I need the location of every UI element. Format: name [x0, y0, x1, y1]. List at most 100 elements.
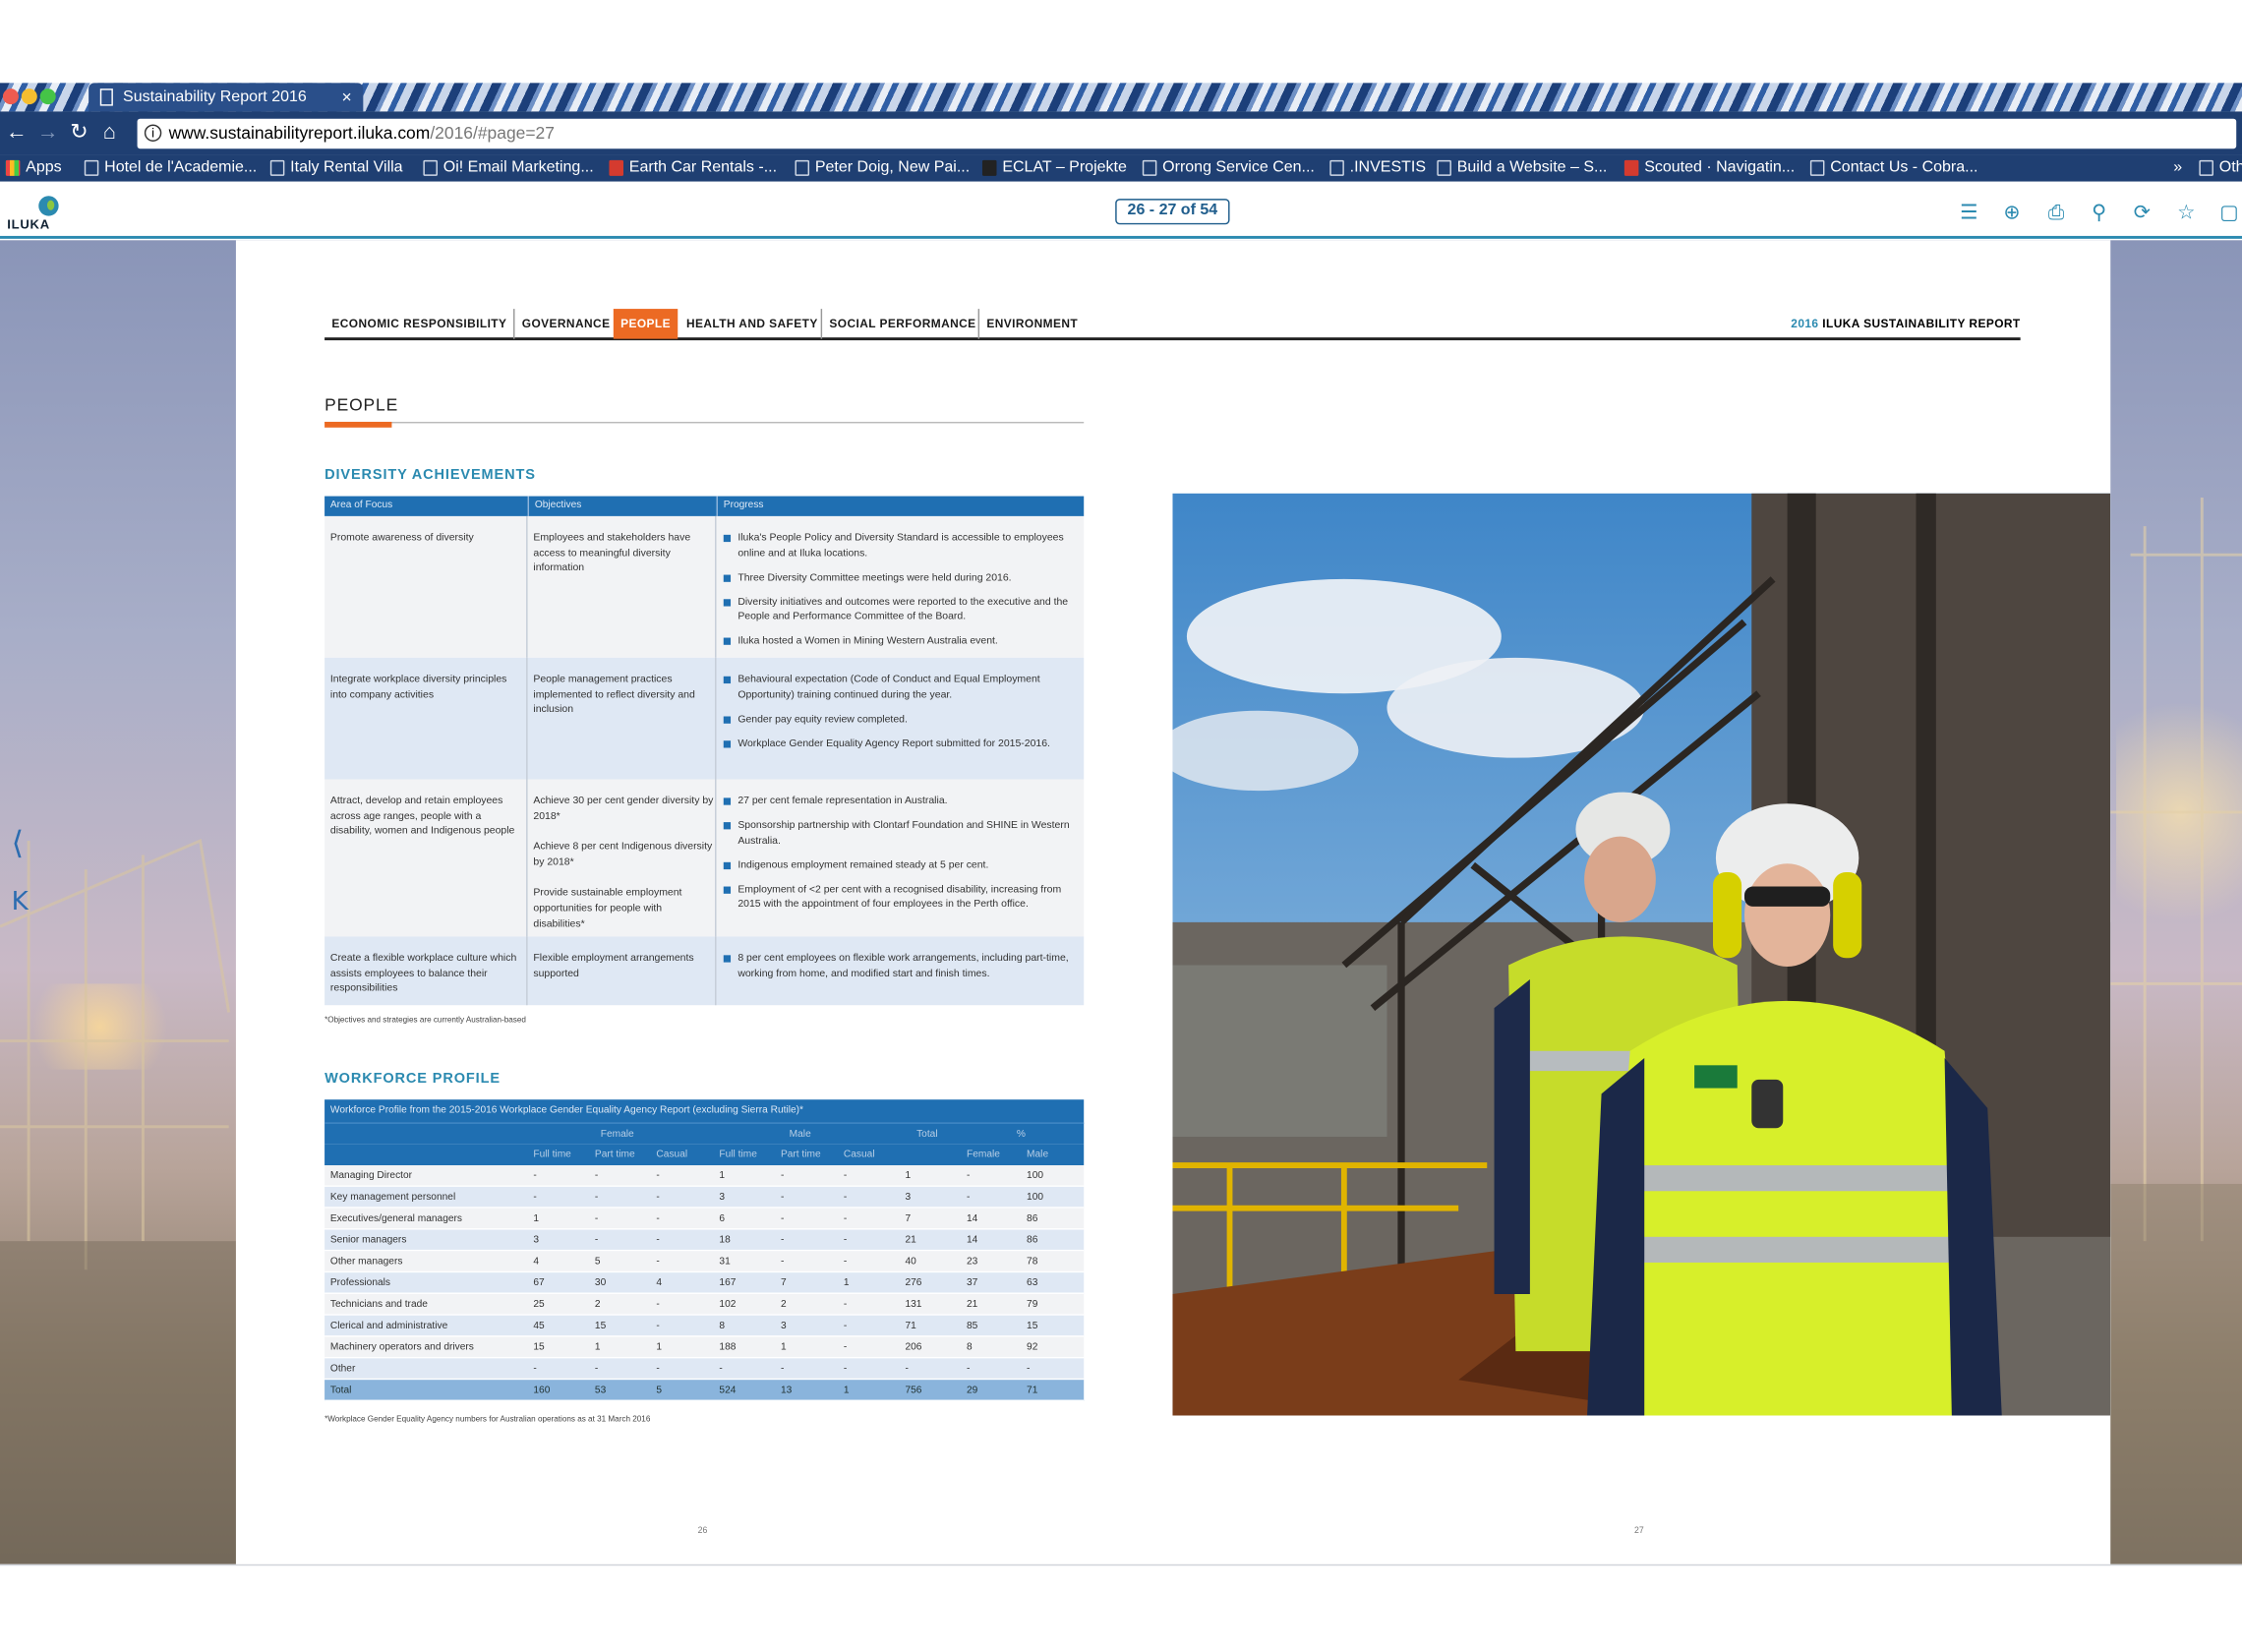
bookmark-item[interactable]: Orrong Service Cen...	[1142, 154, 1315, 182]
close-window-icon[interactable]	[2, 88, 19, 105]
nav-health-and-safety[interactable]: HEALTH AND SAFETY	[679, 309, 825, 339]
table-cell: -	[780, 1170, 785, 1182]
table-row: Clerical and administrative 45 15 - 8 3 - 71 85 1…	[324, 1315, 1085, 1337]
bookmark-item[interactable]: Hotel de l'Academie...	[84, 154, 257, 182]
table-cell: 2	[780, 1299, 787, 1310]
table-cell: 100	[1027, 1170, 1044, 1182]
bookmark-item[interactable]: Scouted · Navigatin...	[1623, 154, 1795, 182]
bookmarks-bar: Apps Hotel de l'Academie... Italy Rental…	[0, 154, 2242, 182]
page-icon	[84, 159, 99, 176]
table-cell: 1	[843, 1386, 850, 1396]
zoom-window-icon[interactable]	[39, 88, 56, 105]
row-label: Other managers	[329, 1257, 403, 1268]
bookmark-item[interactable]: Build a Website – S...	[1437, 154, 1607, 182]
contents-icon[interactable]: ☰	[1956, 199, 1981, 224]
bookmark-item[interactable]: Oi! Email Marketing...	[423, 154, 594, 182]
other-bookmarks[interactable]: Oth	[2199, 154, 2242, 182]
table-cell: 15	[594, 1321, 607, 1331]
back-icon[interactable]: ←	[6, 120, 28, 146]
logo-mark-icon	[38, 196, 59, 216]
minimize-window-icon[interactable]	[21, 88, 37, 105]
table-cell: 67	[533, 1277, 545, 1289]
table-cell: 1	[594, 1342, 601, 1353]
table-row: Create a flexible workplace culture whic…	[324, 936, 1085, 1006]
page-heading: PEOPLE	[324, 391, 1085, 428]
nav-economic-responsibility[interactable]: ECONOMIC RESPONSIBILITY	[324, 309, 514, 339]
bookmark-item[interactable]: Contact Us - Cobra...	[1809, 154, 1977, 182]
table-cell: -	[843, 1321, 848, 1331]
table-cell: 37	[966, 1277, 978, 1289]
search-icon[interactable]: ⚲	[2087, 199, 2112, 224]
report-title: 2016 ILUKA SUSTAINABILITY REPORT	[1791, 317, 2021, 330]
url-host: www.sustainabilityreport.iluka.com	[168, 123, 431, 144]
table-cell: 102	[719, 1299, 737, 1310]
table-row: Promote awareness of diversity Employees…	[324, 515, 1085, 658]
info-icon[interactable]: i	[144, 124, 162, 142]
table-cell: -	[780, 1257, 785, 1268]
fullscreen-icon[interactable]: ▢	[2216, 199, 2242, 224]
reload-icon[interactable]: ↻	[70, 120, 88, 146]
objective: Employees and stakeholders have access t…	[533, 530, 691, 574]
area-of-focus: Attract, develop and retain employees ac…	[329, 794, 515, 837]
table-cell: -	[966, 1170, 971, 1182]
row-label: Total	[329, 1386, 352, 1396]
previous-page-icon[interactable]: ⟨	[12, 826, 24, 861]
progress-item: Gender pay equity review completed.	[723, 712, 1082, 727]
bookmark-item[interactable]: Earth Car Rentals -...	[609, 154, 777, 182]
bookmark-item[interactable]: Italy Rental Villa	[269, 154, 403, 182]
window-controls[interactable]	[2, 86, 88, 105]
url-path: /2016/#page=27	[430, 123, 555, 144]
bookmark-apps[interactable]: Apps	[5, 154, 62, 182]
workforce-footnote: *Workplace Gender Equality Agency number…	[324, 1415, 651, 1425]
table-cell: 3	[719, 1192, 726, 1203]
table-cell: -	[843, 1364, 848, 1375]
table-cell: -	[533, 1364, 537, 1375]
table-cell: 21	[905, 1235, 916, 1246]
table-row: Attract, develop and retain employees ac…	[324, 779, 1085, 937]
objective: Provide sustainable employment opportuni…	[533, 885, 682, 929]
table-cell: 14	[966, 1213, 978, 1224]
table-cell: 756	[905, 1386, 922, 1396]
row-label: Executives/general managers	[329, 1213, 462, 1224]
nav-people[interactable]: PEOPLE	[613, 309, 678, 339]
table-cell: -	[656, 1213, 660, 1224]
table-cell: 167	[719, 1277, 737, 1289]
table-cell: 40	[905, 1257, 916, 1268]
first-page-icon[interactable]: K	[12, 887, 29, 917]
table-cell: 85	[966, 1321, 978, 1331]
nav-governance[interactable]: GOVERNANCE	[513, 309, 618, 339]
forward-icon[interactable]: →	[37, 120, 59, 146]
bookmark-star-icon[interactable]: ☆	[2173, 199, 2199, 224]
bookmark-item[interactable]: .INVESTIS	[1329, 154, 1426, 182]
more-bookmarks-icon[interactable]: »	[2173, 154, 2182, 182]
table-cell: -	[656, 1170, 660, 1182]
table-cell: 6	[719, 1213, 726, 1224]
table-cell: 30	[594, 1277, 607, 1289]
row-label: Technicians and trade	[329, 1299, 428, 1310]
print-icon[interactable]: ⎙	[2043, 199, 2069, 224]
progress-item: 27 per cent female representation in Aus…	[723, 794, 1082, 808]
bookmark-item[interactable]: Peter Doig, New Pai...	[795, 154, 970, 182]
section-nav: ECONOMIC RESPONSIBILITY GOVERNANCE PEOPL…	[324, 306, 2021, 341]
tab-close-icon[interactable]: ×	[342, 83, 352, 111]
page-indicator[interactable]: 26 - 27 of 54	[1115, 199, 1230, 225]
bookmark-item[interactable]: ECLAT – Projekte	[981, 154, 1127, 182]
table-cell: 15	[1027, 1321, 1038, 1331]
table-cell: 1	[843, 1277, 850, 1289]
nav-environment[interactable]: ENVIRONMENT	[977, 309, 1086, 339]
site-icon	[981, 159, 997, 176]
table-cell: -	[780, 1364, 785, 1375]
nav-social-performance[interactable]: SOCIAL PERFORMANCE	[820, 309, 983, 339]
table-cell: 53	[594, 1386, 607, 1396]
share-icon[interactable]: ⟳	[2129, 199, 2154, 224]
table-cell: 8	[966, 1342, 973, 1353]
home-icon[interactable]: ⌂	[103, 120, 116, 146]
progress-item: Diversity initiatives and outcomes were …	[723, 595, 1082, 625]
iluka-logo[interactable]: ILUKA	[7, 196, 64, 233]
row-label: Other	[329, 1364, 356, 1375]
address-bar[interactable]: i www.sustainabilityreport.iluka.com/201…	[137, 118, 2237, 149]
objective: Flexible employment arrangements support…	[533, 950, 694, 979]
zoom-in-icon[interactable]: ⊕	[1999, 199, 2025, 224]
table-cell: -	[843, 1192, 848, 1203]
browser-tab[interactable]: Sustainability Report 2016 ×	[88, 83, 364, 112]
